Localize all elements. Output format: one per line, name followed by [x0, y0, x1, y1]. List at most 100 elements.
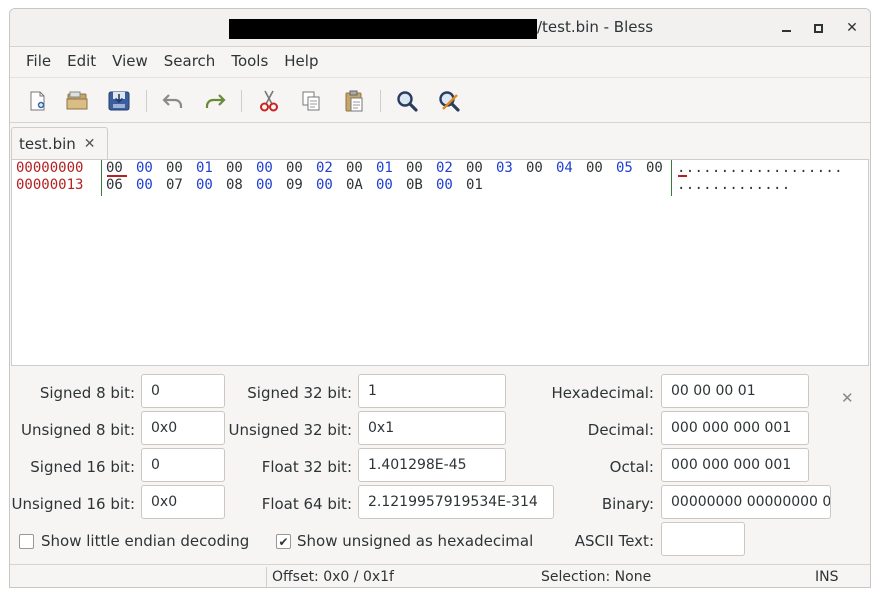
hex-cursor	[107, 175, 127, 177]
undo-button[interactable]	[158, 86, 188, 116]
hexadecimal-field[interactable]: 00 00 00 01	[661, 374, 809, 408]
hex-byte[interactable]: 0B	[406, 177, 436, 194]
hex-view[interactable]: 00000000 00000013 00 00 00 01 00 00 00 02 00 01 00…	[11, 159, 869, 366]
float64-label: Float 64 bit:	[261, 495, 352, 513]
tab-close-icon[interactable]: ✕	[84, 136, 96, 152]
little-endian-label[interactable]: Show little endian decoding	[41, 532, 249, 550]
hex-byte[interactable]: 00	[136, 177, 166, 194]
checkmark-icon: ✔	[278, 534, 289, 549]
hex-byte[interactable]: 00	[226, 160, 256, 177]
tab-label: test.bin	[19, 134, 76, 153]
unsigned-hex-label[interactable]: Show unsigned as hexadecimal	[297, 532, 533, 550]
binary-field[interactable]: 00000000 00000000 000	[661, 485, 831, 519]
hex-byte[interactable]: 00	[376, 177, 406, 194]
redo-icon	[205, 94, 226, 108]
hex-byte[interactable]: 02	[436, 160, 466, 177]
unsigned32-field[interactable]: 0x1	[358, 411, 506, 445]
open-file-button[interactable]	[62, 86, 92, 116]
tab-test-bin[interactable]: test.bin ✕	[11, 127, 108, 159]
decimal-label: Decimal:	[587, 421, 654, 439]
hex-byte[interactable]: 01	[466, 177, 496, 194]
hex-column[interactable]: 00 00 00 01 00 00 00 02 00 01 00 02 00 03 00 04 00 05 00 0…	[106, 160, 676, 194]
copy-button[interactable]	[296, 86, 326, 116]
offset-label: 00000013	[16, 177, 84, 193]
hex-byte[interactable]: 08	[226, 177, 256, 194]
hex-byte[interactable]: 00	[346, 160, 376, 177]
hex-byte[interactable]: 02	[316, 160, 346, 177]
hex-byte[interactable]: 07	[166, 177, 196, 194]
hex-byte[interactable]: 01	[196, 160, 226, 177]
save-button[interactable]	[104, 86, 134, 116]
unsigned8-field[interactable]: 0x0	[141, 411, 225, 445]
hex-row[interactable]: 00 00 00 01 00 00 00 02 00 01 00 02 00 03 00 04 00 05 00	[106, 160, 676, 177]
ascii-column[interactable]: ................... .............	[677, 160, 843, 194]
paste-button[interactable]	[339, 86, 369, 116]
hex-byte[interactable]: 00	[166, 160, 196, 177]
unsigned8-label: Unsigned 8 bit:	[21, 421, 135, 439]
find-replace-button[interactable]	[434, 86, 464, 116]
hex-row[interactable]: 06 00 07 00 08 00 09 00 0A 00 0B 00 01	[106, 177, 676, 194]
unsigned-hex-checkbox[interactable]: ✔	[276, 534, 291, 549]
hex-byte[interactable]: 00	[136, 160, 166, 177]
redacted-path	[229, 19, 537, 39]
cut-button[interactable]	[254, 86, 284, 116]
toolbar-separator	[146, 90, 147, 112]
ascii-text-label: ASCII Text:	[574, 532, 654, 550]
hex-byte[interactable]: 09	[286, 177, 316, 194]
ascii-row[interactable]: ...................	[677, 160, 843, 177]
hex-byte[interactable]: 00	[316, 177, 346, 194]
little-endian-checkbox[interactable]	[19, 534, 34, 549]
decimal-field[interactable]: 000 000 000 001	[661, 411, 809, 445]
unsigned16-label: Unsigned 16 bit:	[11, 495, 136, 513]
menu-tools[interactable]: Tools	[223, 52, 276, 70]
menu-search[interactable]: Search	[156, 52, 224, 70]
float32-field[interactable]: 1.401298E-45	[358, 448, 506, 482]
menu-bar: File Edit View Search Tools Help	[10, 47, 870, 75]
signed16-field[interactable]: 0	[141, 448, 225, 482]
hex-byte[interactable]: 03	[496, 160, 526, 177]
hex-byte[interactable]: 00	[286, 160, 316, 177]
octal-label: Octal:	[609, 458, 654, 476]
save-icon	[108, 91, 130, 111]
hex-byte[interactable]: 00	[256, 177, 286, 194]
hex-byte[interactable]: 00	[196, 177, 226, 194]
find-button[interactable]	[392, 86, 422, 116]
copy-icon	[302, 91, 320, 111]
menu-edit[interactable]: Edit	[59, 52, 104, 70]
hex-byte[interactable]: 00	[436, 177, 466, 194]
insert-mode-status[interactable]: INS	[815, 569, 839, 585]
selection-status: Selection: None	[541, 569, 652, 585]
signed8-field[interactable]: 0	[141, 374, 225, 408]
maximize-button[interactable]	[807, 17, 829, 39]
hex-byte[interactable]: 00	[406, 160, 436, 177]
hex-byte[interactable]: 06	[106, 177, 136, 194]
menu-help[interactable]: Help	[276, 52, 326, 70]
new-file-button[interactable]	[22, 86, 52, 116]
conversion-panel: Signed 8 bit: 0 Unsigned 8 bit: 0x0 Sign…	[10, 371, 870, 566]
float64-field[interactable]: 2.1219957919534E-314	[358, 485, 554, 519]
signed8-label: Signed 8 bit:	[39, 384, 135, 402]
hex-byte[interactable]: 01	[376, 160, 406, 177]
panel-close-icon[interactable]: ✕	[841, 389, 854, 407]
signed32-field[interactable]: 1	[358, 374, 506, 408]
octal-field[interactable]: 000 000 000 001	[661, 448, 809, 482]
menu-view[interactable]: View	[104, 52, 156, 70]
hex-byte[interactable]: 00	[256, 160, 286, 177]
offset-label: 00000000	[16, 160, 84, 176]
unsigned16-field[interactable]: 0x0	[141, 485, 225, 519]
hex-byte[interactable]: 00	[586, 160, 616, 177]
hex-byte[interactable]: 0A	[346, 177, 376, 194]
menu-file[interactable]: File	[18, 52, 59, 70]
hex-byte[interactable]: 04	[556, 160, 586, 177]
unsigned32-label: Unsigned 32 bit:	[228, 421, 353, 439]
close-button[interactable]: ✕	[841, 17, 863, 39]
ascii-row[interactable]: .............	[677, 177, 843, 194]
offset-status: Offset: 0x0 / 0x1f	[272, 569, 394, 585]
ascii-text-field[interactable]	[661, 522, 745, 556]
hex-byte[interactable]: 05	[616, 160, 646, 177]
minimize-icon	[781, 30, 791, 32]
hex-byte[interactable]: 00	[526, 160, 556, 177]
redo-button[interactable]	[200, 86, 230, 116]
hex-byte[interactable]: 00	[466, 160, 496, 177]
minimize-button[interactable]	[775, 17, 797, 39]
